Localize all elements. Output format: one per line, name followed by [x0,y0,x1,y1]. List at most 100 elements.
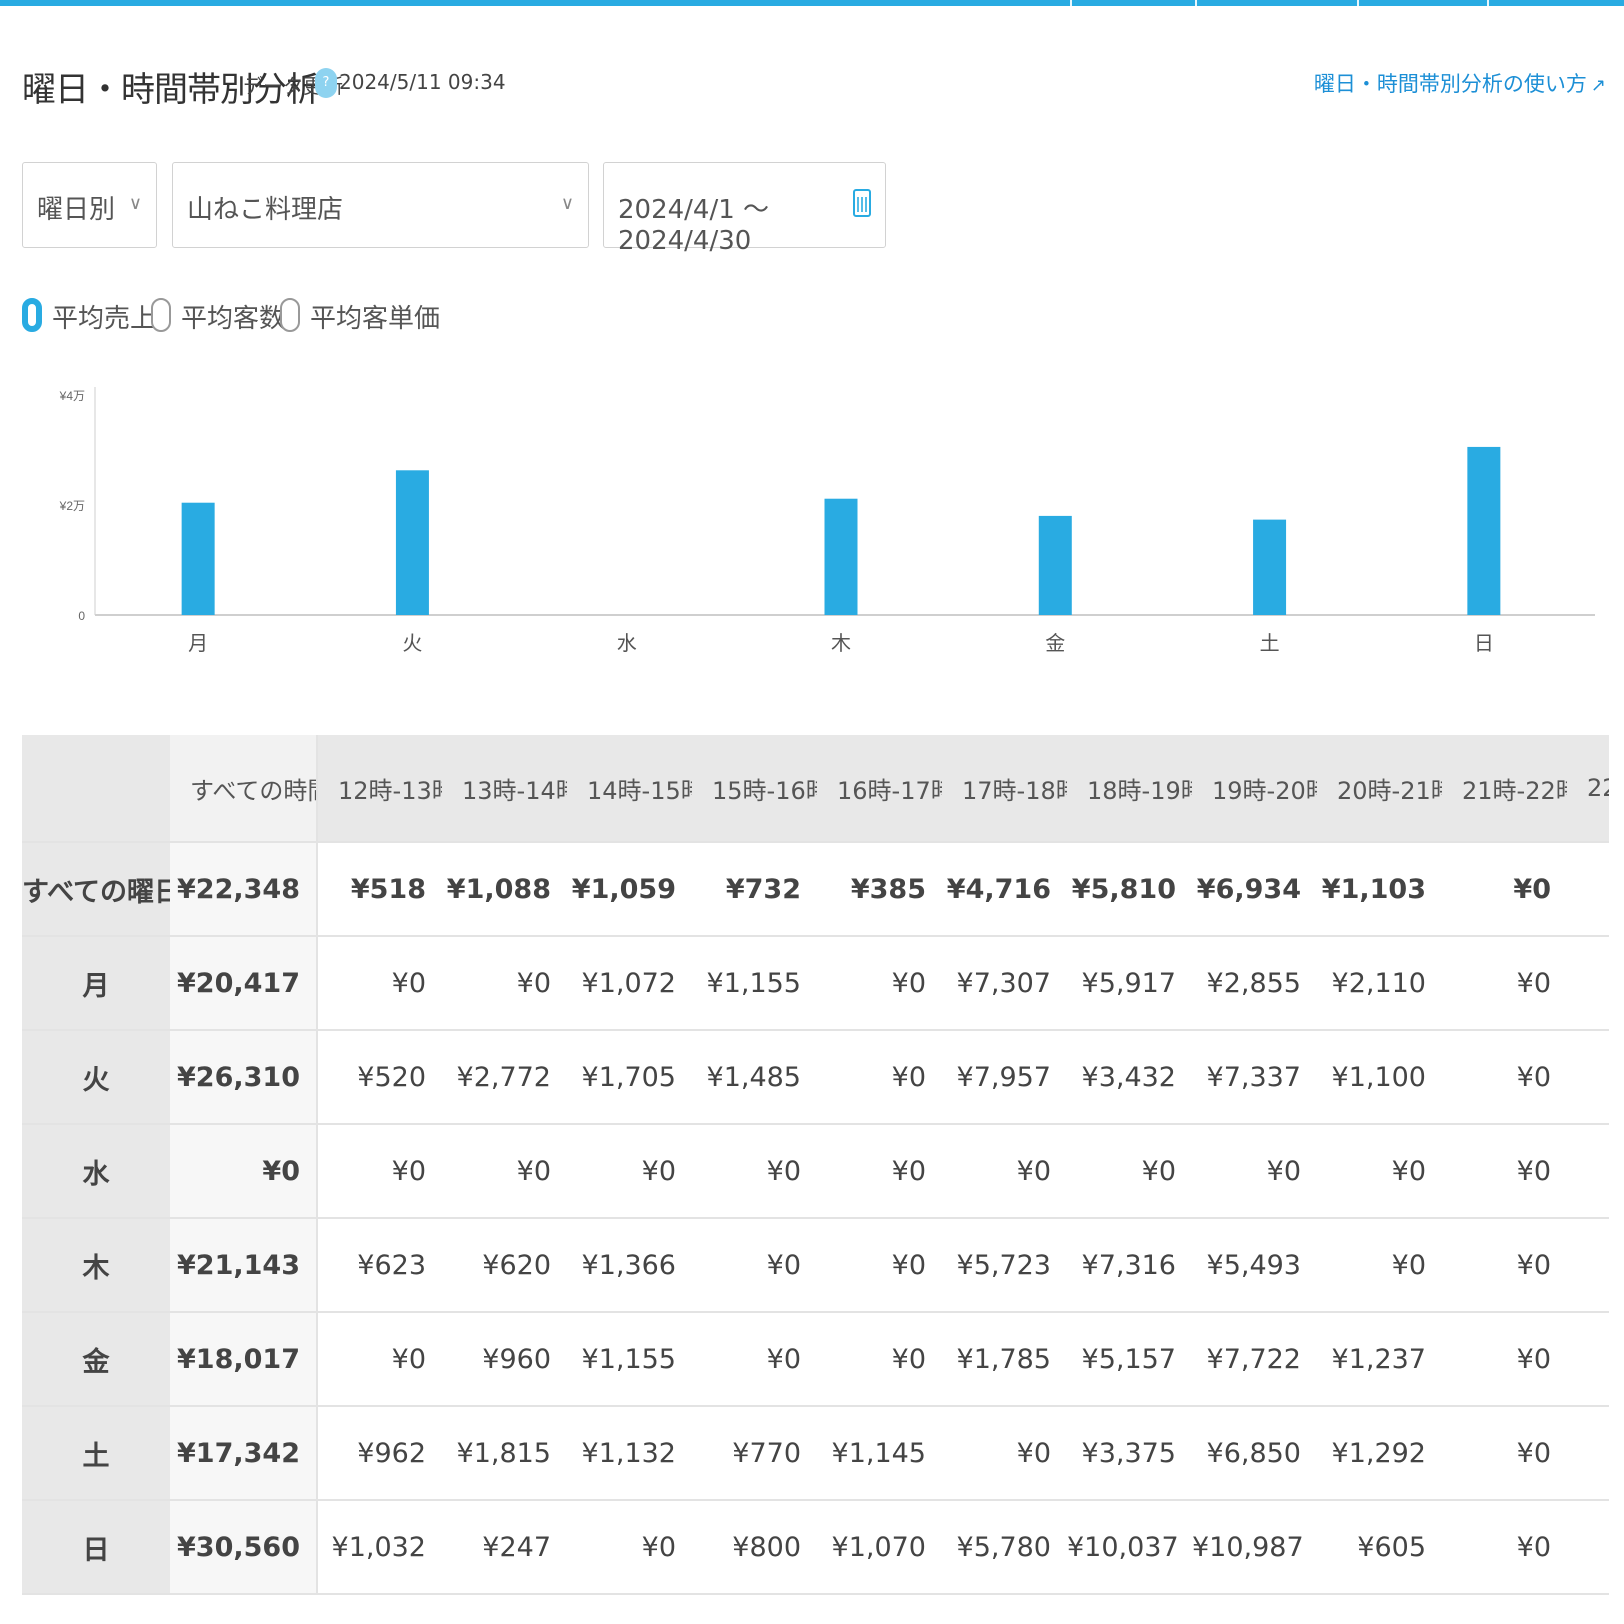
cell-hour-value: ¥0 [692,1312,817,1407]
top-accent-bar [0,0,1624,6]
table-row: 火 ¥26,310 ¥520 ¥2,772 ¥1,705 ¥1,485 ¥0 ¥7,957 ¥3… [22,1030,1609,1125]
cell-hour-value: ¥0 [692,1124,817,1219]
cell-overflow [1567,1218,1609,1313]
cell-hour-value: ¥7,957 [942,1030,1067,1125]
bar [1038,515,1072,615]
date-range-picker[interactable]: 2024/4/1 ～ 2024/4/30 [603,162,886,256]
cell-hour-value: ¥0 [1442,1124,1567,1219]
cell-hour-value: ¥3,432 [1067,1030,1192,1125]
cell-hour-value: ¥247 [442,1500,567,1595]
external-link-icon: ↗ [1590,75,1606,96]
cell-hour-value: ¥0 [1317,1218,1442,1313]
cell-hour-value: ¥520 [317,1030,442,1125]
cell-overflow [1567,1030,1609,1125]
cell-hour-value: ¥0 [1442,1406,1567,1501]
cell-hour-value: ¥0 [817,1030,942,1125]
cell-hour-value: ¥2,855 [1192,936,1317,1031]
row-header-day: 月 [22,936,170,1031]
column-header-hour: 21時-22時 [1442,735,1567,843]
cell-overflow [1567,936,1609,1031]
store-select[interactable]: 山ねこ料理店 ∨ [172,162,589,248]
table-row: 日 ¥30,560 ¥1,032 ¥247 ¥0 ¥800 ¥1,070 ¥5,780 ¥10,… [22,1500,1609,1595]
column-header-hour: 18時-19時 [1067,735,1192,843]
cell-overflow [1567,842,1609,937]
hourly-sales-table: すべての時間帯12時-13時13時-14時14時-15時15時-16時16時-1… [22,735,1609,1595]
table-row: 月 ¥20,417 ¥0 ¥0 ¥1,072 ¥1,155 ¥0 ¥7,307 ¥5,917 ¥2… [22,936,1609,1031]
cell-hour-value: ¥0 [942,1406,1067,1501]
table-corner-cell [22,735,170,843]
cell-hour-value: ¥1,485 [692,1030,817,1125]
table-row: 金 ¥18,017 ¥0 ¥960 ¥1,155 ¥0 ¥0 ¥1,785 ¥5,157 ¥7,7… [22,1312,1609,1407]
x-tick-label: 木 [831,631,851,655]
cell-hour-value: ¥1,292 [1317,1406,1442,1501]
help-icon[interactable]: ? [315,68,337,98]
row-header-day: 水 [22,1124,170,1219]
cell-hour-value: ¥0 [1442,1500,1567,1595]
table-header-row: すべての時間帯12時-13時13時-14時14時-15時15時-16時16時-1… [22,735,1609,843]
cell-hour-value: ¥0 [442,936,567,1031]
table-row: 木 ¥21,143 ¥623 ¥620 ¥1,366 ¥0 ¥0 ¥5,723 ¥7,316 ¥5… [22,1218,1609,1313]
cell-hour-value: ¥0 [817,1312,942,1407]
cell-day-total: ¥0 [170,1124,318,1219]
table-row: 土 ¥17,342 ¥962 ¥1,815 ¥1,132 ¥770 ¥1,145 ¥0 ¥3,3… [22,1406,1609,1501]
bar [181,502,215,615]
cell-hour-value: ¥1,155 [692,936,817,1031]
cell-hour-value: ¥1,070 [817,1500,942,1595]
column-header-hour: 12時-13時 [317,735,442,843]
bar [824,498,858,615]
cell-hour-value: ¥0 [1442,936,1567,1031]
cell-hour-value: ¥6,850 [1192,1406,1317,1501]
cell-hour-value: ¥518 [317,842,442,937]
cell-hour-value: ¥5,810 [1067,842,1192,937]
cell-hour-value: ¥0 [817,1218,942,1313]
cell-day-total: ¥22,348 [170,842,318,937]
cell-hour-value: ¥732 [692,842,817,937]
mode-select[interactable]: 曜日別 ∨ [22,162,157,248]
table-row: すべての曜日 ¥22,348 ¥518 ¥1,088 ¥1,059 ¥732 ¥385 ¥4,… [22,842,1609,937]
howto-link[interactable]: 曜日・時間帯別分析の使い方 ↗ [1314,68,1606,98]
cell-hour-value: ¥0 [567,1500,692,1595]
cell-overflow [1567,1406,1609,1501]
store-select-value: 山ねこ料理店 [187,195,344,225]
cell-hour-value: ¥1,088 [442,842,567,937]
sales-bar-chart: 0 ¥2万 ¥4万月 火 水 木 金 土 日 [59,387,1595,655]
cell-hour-value: ¥0 [317,936,442,1031]
cell-day-total: ¥26,310 [170,1030,318,1125]
x-tick-label: 水 [617,631,637,655]
x-tick-label: 火 [402,631,422,655]
cell-hour-value: ¥10,037 [1067,1500,1192,1595]
column-header-hour: 17時-18時 [942,735,1067,843]
column-header-hour: 13時-14時 [442,735,567,843]
cell-hour-value: ¥0 [317,1312,442,1407]
calendar-icon[interactable] [853,189,871,217]
cell-hour-value: ¥0 [1442,1030,1567,1125]
x-tick-label: 金 [1045,631,1065,655]
cell-hour-value: ¥10,987 [1192,1500,1317,1595]
cell-hour-value: ¥1,100 [1317,1030,1442,1125]
cell-hour-value: ¥1,155 [567,1312,692,1407]
cell-hour-value: ¥0 [1442,1218,1567,1313]
cell-hour-value: ¥0 [1067,1124,1192,1219]
radio-unselected-icon [151,298,171,332]
cell-hour-value: ¥4,716 [942,842,1067,937]
radio-selected-icon [22,298,42,332]
column-header-all-hours: すべての時間帯 [170,735,318,843]
cell-hour-value: ¥620 [442,1218,567,1313]
cell-hour-value: ¥0 [1442,1312,1567,1407]
cell-hour-value: ¥7,307 [942,936,1067,1031]
column-header-hour: 15時-16時 [692,735,817,843]
cell-hour-value: ¥1,705 [567,1030,692,1125]
cell-hour-value: ¥0 [692,1218,817,1313]
cell-hour-value: ¥0 [1317,1124,1442,1219]
cell-hour-value: ¥623 [317,1218,442,1313]
cell-hour-value: ¥0 [942,1124,1067,1219]
cell-hour-value: ¥5,780 [942,1500,1067,1595]
column-header-hour: 14時-15時 [567,735,692,843]
bar [1467,446,1501,615]
cell-hour-value: ¥605 [1317,1500,1442,1595]
cell-day-total: ¥18,017 [170,1312,318,1407]
cell-day-total: ¥20,417 [170,936,318,1031]
cell-hour-value: ¥960 [442,1312,567,1407]
table-row: 水 ¥0 ¥0 ¥0 ¥0 ¥0 ¥0 ¥0 ¥0 ¥0 ¥0 ¥0 [22,1124,1609,1219]
x-tick-label: 月 [188,631,208,655]
